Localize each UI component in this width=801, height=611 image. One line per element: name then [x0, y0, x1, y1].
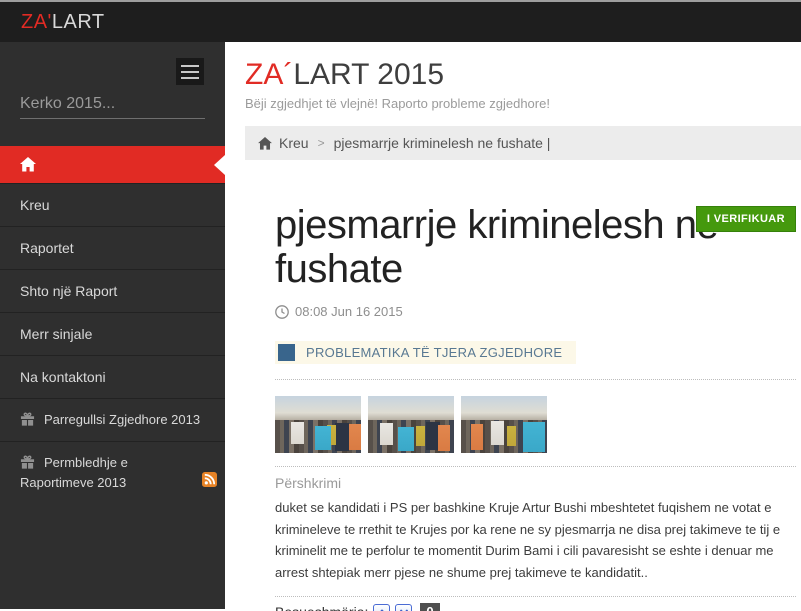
breadcrumb-home-label: Kreu: [279, 135, 309, 151]
verified-status-badge: I VERIFIKUAR: [696, 206, 796, 232]
report-photo-1[interactable]: [275, 396, 361, 453]
active-item-arrow: [214, 155, 225, 175]
vote-down-button[interactable]: [395, 604, 412, 611]
main-content: ZA´LART 2015 Bëji zgjedhjet të vlejnë! R…: [225, 42, 801, 609]
vote-up-button[interactable]: [373, 604, 390, 611]
breadcrumb: Kreu > pjesmarrje kriminelesh ne fushate…: [245, 126, 801, 160]
site-logo-red: ZA': [21, 11, 52, 33]
site-logo[interactable]: ZA'LART: [21, 11, 105, 34]
description-label: Përshkrimi: [275, 475, 796, 491]
page-title-rest: LART 2015: [293, 58, 444, 91]
report-photos: [275, 396, 796, 453]
dotted-divider: [275, 596, 796, 597]
page-title: ZA´LART 2015: [245, 58, 801, 92]
dotted-divider: [275, 466, 796, 467]
sidebar-item-label: Parregullsi Zgjedhore 2013: [44, 412, 200, 427]
rss-icon[interactable]: [202, 472, 217, 487]
report-title: pjesmarrje kriminelesh ne fushate: [275, 203, 745, 291]
breadcrumb-separator: >: [318, 136, 325, 150]
chevron-down-icon: [399, 608, 409, 611]
sidebar-nav: Kreu Raportet Shto një Raport Merr sinja…: [0, 146, 225, 504]
report-timestamp: 08:08 Jun 16 2015: [275, 304, 796, 319]
sidebar-item-permbledhje-2013[interactable]: Permbledhje e Raportimeve 2013: [0, 441, 225, 504]
hamburger-menu-button[interactable]: [176, 58, 204, 85]
report-photo-2[interactable]: [368, 396, 454, 453]
hamburger-menu-icon: [181, 65, 199, 79]
page-title-red: ZA´: [245, 58, 293, 91]
top-bar: ZA'LART: [0, 0, 801, 42]
category-chip[interactable]: PROBLEMATIKA TË TJERA ZGJEDHORE: [275, 341, 576, 364]
credibility-count: 0: [420, 603, 439, 611]
chevron-up-icon: [377, 608, 387, 611]
credibility-row: Besueshmëria: 0: [275, 603, 796, 611]
dotted-divider: [275, 379, 796, 380]
sidebar: Kreu Raportet Shto një Raport Merr sinja…: [0, 42, 225, 609]
sidebar-item-kreu[interactable]: Kreu: [0, 183, 225, 226]
sidebar-item-home-active[interactable]: [0, 146, 225, 183]
sidebar-item-shto-nje-raport[interactable]: Shto një Raport: [0, 269, 225, 312]
breadcrumb-current: pjesmarrje kriminelesh ne fushate |: [334, 135, 551, 151]
sidebar-search: [20, 95, 205, 119]
clock-icon: [275, 305, 289, 319]
gift-icon: [20, 412, 35, 427]
site-header: ZA´LART 2015 Bëji zgjedhjet të vlejnë! R…: [225, 42, 801, 111]
category-row: PROBLEMATIKA TË TJERA ZGJEDHORE: [275, 341, 796, 366]
category-label: PROBLEMATIKA TË TJERA ZGJEDHORE: [306, 345, 562, 360]
sidebar-item-label: Permbledhje e Raportimeve 2013: [20, 455, 128, 490]
home-icon: [20, 157, 36, 172]
home-icon: [258, 137, 272, 150]
category-color-icon: [278, 344, 295, 361]
credibility-label: Besueshmëria:: [275, 604, 368, 611]
report-photo-3[interactable]: [461, 396, 547, 453]
search-input[interactable]: [20, 95, 227, 113]
gift-icon: [20, 455, 35, 470]
report-timestamp-text: 08:08 Jun 16 2015: [295, 304, 403, 319]
breadcrumb-home-link[interactable]: Kreu: [258, 135, 309, 151]
sidebar-item-raportet[interactable]: Raportet: [0, 226, 225, 269]
sidebar-item-parregullsi-2013[interactable]: Parregullsi Zgjedhore 2013: [0, 398, 225, 441]
site-logo-rest: LART: [52, 11, 105, 33]
report-article: I VERIFIKUAR pjesmarrje kriminelesh ne f…: [275, 203, 796, 611]
description-text: duket se kandidati i PS per bashkine Kru…: [275, 497, 796, 583]
site-tagline: Bëji zgjedhjet të vlejnë! Raporto proble…: [245, 96, 801, 111]
sidebar-item-na-kontaktoni[interactable]: Na kontaktoni: [0, 355, 225, 398]
sidebar-item-merr-sinjale[interactable]: Merr sinjale: [0, 312, 225, 355]
